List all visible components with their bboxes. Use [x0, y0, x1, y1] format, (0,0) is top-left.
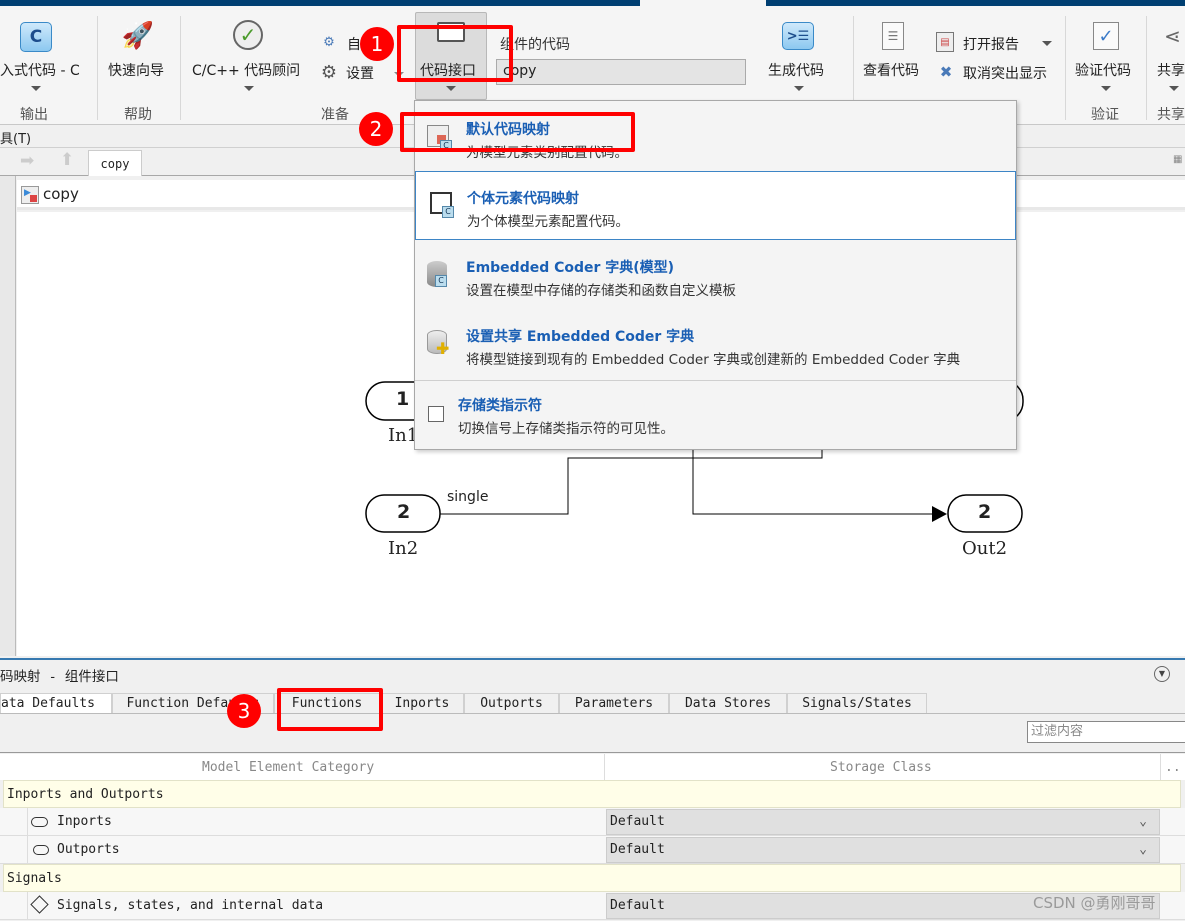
tab-data-stores[interactable]: Data Stores: [669, 693, 787, 714]
signal-line-in2[interactable]: [440, 440, 823, 515]
storage-class-dropdown[interactable]: Default ⌄: [606, 837, 1160, 863]
menu-item-shared-coder-dictionary[interactable]: ✚ 设置共享 Embedded Coder 字典 将模型链接到现有的 Embed…: [415, 310, 1016, 379]
chevron-down-icon: ⌄: [1139, 814, 1147, 829]
table-row[interactable]: Outports Default ⌄: [0, 836, 1185, 864]
inport-icon: [31, 817, 48, 827]
storage-class-dropdown[interactable]: Default ⌄: [606, 809, 1160, 835]
tab-data-defaults[interactable]: ata Defaults: [0, 693, 112, 714]
tab-inports[interactable]: Inports: [380, 693, 464, 714]
highlight-box-2: [400, 112, 635, 152]
panel-divider: [0, 658, 1185, 660]
signal-line-out2[interactable]: [692, 440, 934, 515]
database-add-icon: ✚: [427, 330, 449, 358]
highlight-box-1: [397, 25, 513, 82]
table-row-group[interactable]: Signals: [3, 864, 1181, 892]
out2-number: 2: [978, 501, 992, 523]
outport-icon: [33, 845, 49, 855]
in2-label: In2: [388, 538, 419, 559]
table-row[interactable]: Signals, states, and internal data Defau…: [0, 892, 1185, 920]
step-badge-3: 3: [227, 694, 261, 728]
tab-parameters[interactable]: Parameters: [559, 693, 669, 714]
signal-label: single: [447, 489, 489, 505]
in2-number: 2: [397, 501, 411, 523]
tab-outports[interactable]: Outports: [464, 693, 559, 714]
chevron-down-icon: ⌄: [1139, 842, 1147, 857]
menu-item-storage-class-indicator[interactable]: 存储类指示符 切换信号上存储类指示符的可见性。: [415, 379, 1016, 448]
table-header: Model Element Category Storage Class ..: [0, 754, 1185, 780]
menu-item-individual-element-mapping[interactable]: C 个体元素代码映射 为个体模型元素配置代码。: [415, 171, 1016, 240]
filter-input[interactable]: 过滤内容: [1027, 721, 1185, 743]
tab-signals-states[interactable]: Signals/States: [787, 693, 927, 714]
code-interface-menu: C 默认代码映射 为模型元素类别配置代码。 C 个体元素代码映射 为个体模型元素…: [414, 100, 1017, 450]
element-mapping-icon: C: [430, 192, 454, 218]
step-badge-2: 2: [359, 112, 393, 146]
panel-menu-icon[interactable]: ▼: [1154, 666, 1170, 682]
in1-number: 1: [396, 388, 410, 410]
column-header-more[interactable]: ..: [1165, 760, 1181, 775]
signal-icon: [30, 895, 49, 914]
watermark: CSDN @勇刚哥哥: [1033, 894, 1156, 912]
step-badge-1: 1: [360, 27, 394, 61]
column-header-category[interactable]: Model Element Category: [202, 760, 374, 775]
menu-item-coder-dictionary-model[interactable]: C Embedded Coder 字典(模型) 设置在模型中存储的存储类和函数自…: [415, 241, 1016, 310]
database-icon: C: [427, 261, 447, 287]
panel-title: 码映射 - 组件接口: [0, 669, 119, 685]
storage-indicator-checkbox[interactable]: [428, 406, 444, 422]
table-row[interactable]: Inports Default ⌄: [0, 808, 1185, 836]
highlight-box-3: [277, 688, 383, 731]
filter-bar: [0, 713, 1185, 753]
arrowhead: [932, 506, 947, 522]
column-header-storage-class[interactable]: Storage Class: [830, 760, 932, 775]
out2-label: Out2: [962, 538, 1008, 559]
table-row-group[interactable]: Inports and Outports: [3, 780, 1181, 808]
